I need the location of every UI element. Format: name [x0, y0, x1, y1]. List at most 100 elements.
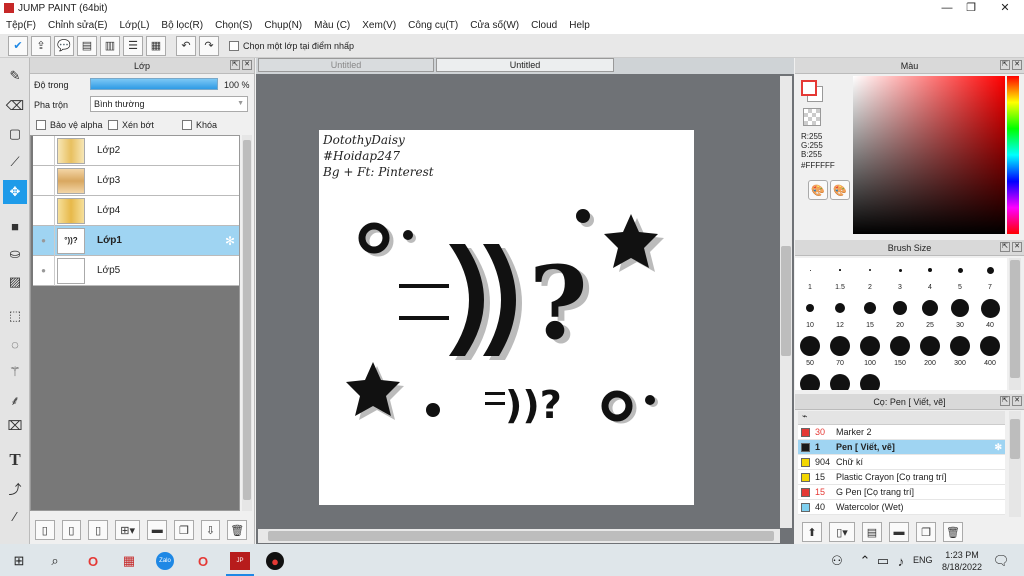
select-rect-icon[interactable]: ⬚	[3, 304, 27, 328]
brush-size-option[interactable]	[980, 298, 1000, 318]
delete-layer-icon[interactable]: 🗑	[227, 520, 247, 540]
tab-untitled-2[interactable]: Untitled	[436, 58, 614, 72]
layer-visibility-toggle[interactable]	[33, 195, 55, 226]
move-icon[interactable]: ✥	[3, 180, 27, 204]
select-eraser-icon[interactable]: ⌧	[3, 414, 27, 438]
note-icon[interactable]: ▤	[77, 35, 97, 56]
brush-item[interactable]: 40 Watercolor (Wet)	[798, 500, 1005, 515]
fill-rectangle-icon[interactable]: ■	[3, 214, 27, 238]
brush-size-option[interactable]	[835, 303, 845, 313]
brush-size-option[interactable]	[951, 299, 969, 317]
app-icon[interactable]: ▦	[120, 552, 138, 570]
menu-filter[interactable]: Bộ lọc(R)	[155, 20, 209, 31]
select-pen-icon[interactable]: ⸙	[3, 388, 27, 412]
palette-settings-icon[interactable]: 🎨	[830, 180, 850, 200]
menu-capture[interactable]: Chụp(N)	[258, 20, 308, 31]
opacity-slider[interactable]	[90, 78, 218, 90]
layer-visibility-toggle[interactable]	[33, 165, 55, 196]
merge-down-icon[interactable]: ⇩	[200, 520, 221, 540]
new-layer-icon[interactable]: ▯	[35, 520, 55, 540]
brush-size-option[interactable]	[800, 336, 820, 356]
brush-size-option[interactable]	[869, 269, 871, 271]
document-icon[interactable]: ▥	[100, 35, 120, 56]
brush-size-option[interactable]	[864, 302, 876, 314]
opera-gx-icon[interactable]: O	[194, 552, 212, 570]
color-picker-square[interactable]	[853, 76, 1005, 234]
gear-icon[interactable]: ✻	[994, 442, 1002, 453]
tab-untitled-1[interactable]: Untitled	[258, 58, 434, 72]
brush-size-option[interactable]	[928, 268, 932, 272]
new-layer-1bit-icon[interactable]: ▯	[88, 520, 108, 540]
brush-size-option[interactable]	[800, 374, 820, 390]
brush-size-option[interactable]	[830, 374, 850, 390]
palette-icon[interactable]: 🎨	[808, 180, 828, 200]
select-layer-checkbox[interactable]	[229, 40, 239, 51]
notification-icon[interactable]: 🗨	[992, 552, 1010, 570]
settings-list-icon[interactable]: ▦	[146, 35, 166, 56]
brush-size-option[interactable]	[839, 269, 841, 271]
panel-close-icon[interactable]: ✕	[1012, 396, 1022, 406]
network-icon[interactable]: ▭	[874, 552, 892, 570]
transparent-color-swatch[interactable]	[803, 108, 821, 126]
new-layer-8bit-icon[interactable]: ▯	[61, 520, 82, 540]
brush-size-option[interactable]	[806, 304, 814, 312]
layer-row[interactable]: Lớp2	[33, 135, 239, 166]
brush-size-option[interactable]	[890, 336, 910, 356]
operation-icon[interactable]: ⤴	[3, 476, 27, 500]
menu-tools[interactable]: Công cụ(T)	[402, 20, 464, 31]
opera-icon[interactable]: O	[84, 552, 102, 570]
panel-close-icon[interactable]: ✕	[1012, 60, 1022, 70]
magic-wand-icon[interactable]: ⚚	[3, 360, 27, 384]
folder-icon[interactable]: ▬	[147, 520, 168, 540]
windows-start-icon[interactable]: ⊞	[10, 552, 28, 570]
panel-close-icon[interactable]: ✕	[1012, 242, 1022, 252]
eraser-icon[interactable]: ⌫	[3, 94, 27, 118]
layer-row[interactable]: ● Lớp5	[33, 255, 239, 286]
brush-item[interactable]: 904 Chữ kí	[798, 455, 1005, 470]
show-hidden-icons[interactable]: ⌃	[856, 552, 874, 570]
zalo-icon[interactable]: Zalo	[156, 552, 174, 570]
brush-size-option[interactable]	[893, 301, 907, 315]
menu-cloud[interactable]: Cloud	[525, 20, 563, 31]
brush-size-option[interactable]	[920, 336, 940, 356]
brush-item[interactable]: 1 Pen [ Viết, vẽ] ✻	[798, 440, 1005, 455]
rectangle-icon[interactable]: ▢	[3, 122, 27, 146]
people-icon[interactable]: ⚇	[828, 552, 846, 570]
brush-size-option[interactable]	[830, 336, 850, 356]
brush-size-scrollbar[interactable]	[1009, 258, 1021, 390]
layer-row[interactable]: Lớp4	[33, 195, 239, 226]
brush-size-option[interactable]	[980, 336, 1000, 356]
panel-close-icon[interactable]: ✕	[242, 60, 252, 70]
brush-size-option[interactable]	[809, 269, 811, 271]
record-icon[interactable]: ●	[266, 552, 284, 570]
maximize-button[interactable]: ❐	[956, 0, 986, 16]
brush-size-option[interactable]	[898, 268, 902, 272]
menu-layer[interactable]: Lớp(L)	[114, 20, 156, 31]
layer-visibility-toggle[interactable]	[33, 135, 55, 166]
menu-select[interactable]: Chọn(S)	[209, 20, 258, 31]
brush-size-option[interactable]	[957, 267, 963, 273]
lasso-icon[interactable]: ◌	[3, 332, 27, 356]
duplicate-brush-icon[interactable]: ❐	[916, 522, 936, 542]
volume-icon[interactable]: ♪	[892, 552, 910, 570]
jump-paint-icon[interactable]: JP	[230, 552, 250, 570]
menu-help[interactable]: Help	[563, 20, 596, 31]
brush-folder-icon[interactable]: ▬	[889, 522, 909, 542]
canvas-vertical-scrollbar[interactable]	[780, 76, 792, 528]
brush-stamp-icon[interactable]: ⬆	[802, 522, 822, 542]
menu-view[interactable]: Xem(V)	[356, 20, 402, 31]
menu-edit[interactable]: Chỉnh sửa(E)	[42, 20, 114, 31]
brush-size-option[interactable]	[922, 300, 938, 316]
brush-settings-icon[interactable]: ▤	[862, 522, 882, 542]
undo-icon[interactable]: ↶	[176, 35, 196, 56]
layer-visibility-toggle[interactable]: ●	[33, 225, 55, 256]
layer-visibility-toggle[interactable]: ●	[33, 255, 55, 286]
brush-item[interactable]: 30 Marker 2	[798, 425, 1005, 440]
list-icon[interactable]: ☰	[123, 35, 143, 56]
brush-size-option[interactable]	[986, 266, 994, 274]
close-button[interactable]: ✕	[990, 0, 1020, 16]
text-icon[interactable]: T	[3, 448, 27, 472]
blend-select[interactable]: Bình thường ▼	[90, 96, 248, 112]
brush-item[interactable]: 15 G Pen [Cọ trang trí]	[798, 485, 1005, 500]
brush-icon[interactable]: ✎	[3, 64, 27, 88]
